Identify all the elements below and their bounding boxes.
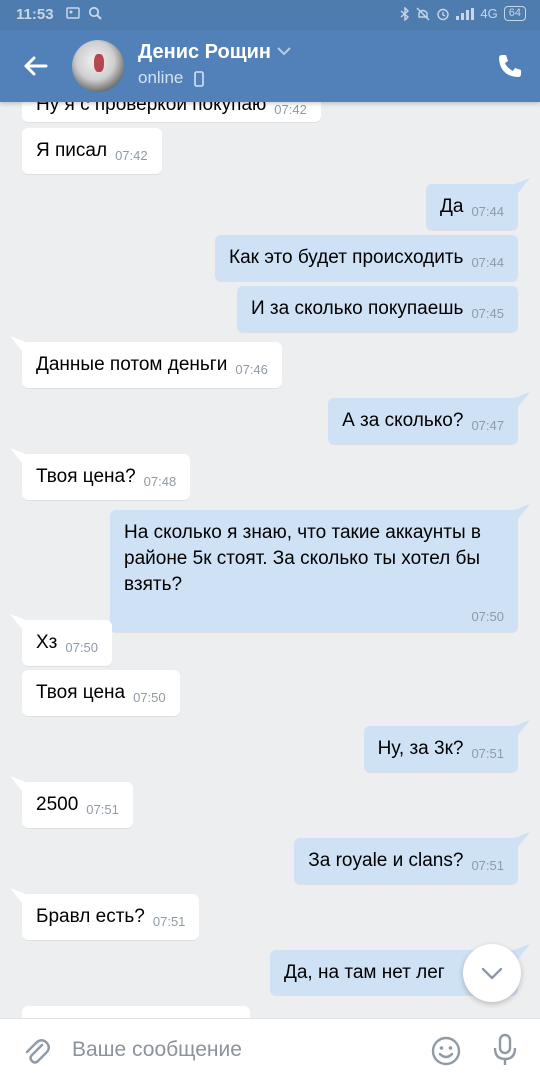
message-incoming[interactable]: Я писал 07:42 (22, 128, 162, 174)
attach-icon (25, 1039, 50, 1064)
chevron-down-icon (481, 967, 503, 980)
bluetooth-icon (400, 6, 410, 21)
message-incoming[interactable]: Хз 07:50 (10, 614, 112, 666)
mobile-online-icon (194, 71, 204, 87)
bubble-tail (10, 776, 26, 796)
message-time: 07:44 (471, 204, 504, 219)
voice-message-button[interactable] (490, 1033, 520, 1067)
bubble-tail (514, 392, 530, 412)
chevron-down-icon[interactable] (276, 44, 292, 58)
bubble-tail (514, 504, 530, 524)
message-time: 07:51 (471, 746, 504, 761)
gallery-icon (66, 7, 80, 19)
message-text: 2500 (36, 794, 79, 815)
back-arrow-icon (24, 56, 48, 76)
message-text: Ну я с проверкой покупаю (36, 102, 267, 115)
message-time: 07:42 (274, 102, 307, 117)
message-text: А за сколько? (342, 410, 464, 431)
message-outgoing[interactable]: За royale и clans? 07:51 (294, 832, 530, 884)
message-input[interactable] (72, 1033, 402, 1067)
emoji-button[interactable] (430, 1035, 462, 1067)
message-outgoing[interactable]: Ну, за 3к? 07:51 (363, 720, 530, 772)
scroll-down-button[interactable] (463, 944, 521, 1002)
network-type: 4G (480, 6, 498, 21)
back-button[interactable] (18, 48, 54, 84)
message-incoming[interactable] (22, 1006, 250, 1018)
alarm-icon (437, 8, 450, 20)
status-system-icons: 4G 64 (400, 6, 526, 21)
message-incoming[interactable]: Данные потом деньги 07:46 (10, 336, 282, 388)
message-list[interactable]: Ну я с проверкой покупаю 07:42 Я писал 07:… (0, 102, 540, 1018)
bubble-tail (10, 448, 26, 468)
message-incoming[interactable]: 2500 07:51 (10, 776, 133, 828)
status-bar: 11:53 4G 64 (0, 0, 540, 30)
message-text: Хз (36, 632, 58, 653)
bubble-tail (10, 336, 26, 356)
message-text: За royale и clans? (308, 850, 464, 871)
message-outgoing[interactable]: На сколько я знаю, что такие аккаунты в … (110, 504, 530, 632)
search-icon (88, 6, 102, 20)
message-text: Как это будет происходить (229, 247, 464, 268)
message-incoming[interactable]: Ну я с проверкой покупаю 07:42 (22, 102, 321, 122)
chat-header: Денис Рощин online (0, 30, 540, 102)
message-text: Твоя цена? (36, 466, 136, 487)
message-time: 07:48 (143, 474, 177, 489)
message-incoming[interactable]: Твоя цена? 07:48 (10, 448, 191, 500)
message-outgoing[interactable]: А за сколько? 07:47 (328, 392, 530, 444)
mute-icon (416, 7, 430, 20)
message-text: Бравл есть? (36, 906, 145, 927)
message-outgoing[interactable]: Как это будет происходить 07:44 (215, 235, 518, 281)
message-time: 07:50 (471, 609, 504, 624)
bubble-tail (10, 888, 26, 908)
mic-icon (493, 1033, 517, 1065)
message-outgoing[interactable]: И за сколько покупаешь 07:45 (236, 286, 518, 332)
emoji-icon (431, 1036, 461, 1066)
battery-indicator: 64 (503, 6, 526, 21)
message-time: 07:47 (471, 418, 504, 433)
bubble-tail (514, 720, 530, 740)
message-incoming[interactable]: Твоя цена 07:50 (22, 670, 180, 716)
bubble-tail (10, 614, 26, 634)
message-time: 07:45 (471, 306, 504, 321)
bubble-tail (514, 832, 530, 852)
message-composer (0, 1018, 540, 1080)
message-time: 07:51 (86, 802, 119, 817)
message-time: 07:42 (115, 148, 148, 163)
bubble-tail (514, 178, 530, 198)
message-incoming[interactable]: Бравл есть? 07:51 (10, 888, 200, 940)
message-time: 07:51 (471, 858, 504, 873)
status-notification-icons (66, 6, 102, 20)
avatar[interactable] (72, 40, 124, 92)
status-time: 11:53 (16, 6, 54, 23)
contact-status: online (138, 68, 184, 87)
attach-button[interactable] (20, 1035, 52, 1067)
message-time: 07:46 (235, 362, 268, 377)
message-text: Я писал (36, 140, 108, 161)
phone-icon (499, 55, 521, 77)
message-text: Твоя цена (36, 682, 126, 703)
message-text: Да (440, 196, 464, 217)
message-text: И за сколько покупаешь (250, 298, 464, 319)
message-time: 07:44 (471, 255, 504, 270)
message-text: Ну, за 3к? (377, 738, 464, 759)
contact-name[interactable]: Денис Рощин (138, 41, 271, 64)
signal-icon (456, 7, 475, 20)
message-text: Да, на там нет лег (284, 962, 445, 983)
message-outgoing[interactable]: Да 07:44 (426, 178, 530, 230)
call-button[interactable] (496, 52, 524, 80)
message-text: Данные потом деньги (36, 354, 228, 375)
message-time: 07:50 (65, 640, 98, 655)
message-time: 07:50 (133, 690, 166, 705)
message-time: 07:51 (152, 914, 186, 929)
message-text: На сколько я знаю, что такие аккаунты в … (124, 522, 481, 595)
